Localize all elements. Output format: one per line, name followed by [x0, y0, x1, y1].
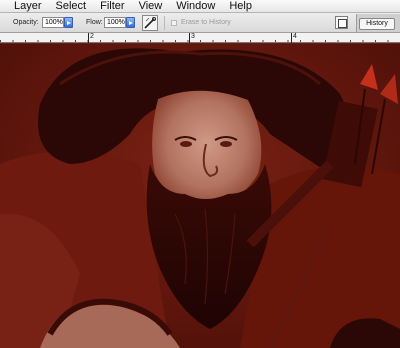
history-palette-tab[interactable]: History	[359, 18, 395, 30]
flow-slider-arrow-icon[interactable]	[126, 17, 135, 28]
options-separator	[164, 16, 165, 30]
opacity-slider-arrow-icon[interactable]	[64, 17, 73, 28]
opacity-field[interactable]: 100%	[42, 17, 64, 28]
flow-label: Flow:	[86, 19, 103, 26]
menu-layer[interactable]: Layer	[0, 0, 50, 13]
ruler-major-tick	[291, 33, 292, 43]
opacity-label: Opacity:	[13, 19, 39, 26]
horizontal-ruler: 2 3 4	[0, 33, 400, 43]
erase-to-history-label: Erase to History	[181, 19, 231, 26]
menu-help[interactable]: Help	[223, 0, 260, 13]
ruler-label-2: 2	[90, 33, 94, 40]
ruler-label-4: 4	[293, 33, 297, 40]
erase-to-history-checkbox[interactable]	[171, 20, 177, 26]
airbrush-icon	[144, 17, 156, 29]
document-canvas[interactable]	[0, 44, 400, 348]
menu-view[interactable]: View	[133, 0, 171, 13]
ruler-major-tick	[189, 33, 190, 43]
menu-select[interactable]: Select	[50, 0, 95, 13]
tool-options-bar: Opacity: 100% Flow: 100% Erase to Histor…	[0, 13, 400, 33]
menu-bar: Layer Select Filter View Window Help	[0, 0, 400, 13]
menu-filter[interactable]: Filter	[94, 0, 132, 13]
airbrush-toggle-button[interactable]	[142, 15, 158, 31]
ruler-major-tick	[88, 33, 89, 43]
menu-window[interactable]: Window	[170, 0, 223, 13]
flow-field[interactable]: 100%	[104, 17, 126, 28]
ruler-label-3: 3	[191, 33, 195, 40]
palette-toggle-icon[interactable]	[335, 16, 348, 29]
painting-image	[0, 44, 400, 348]
